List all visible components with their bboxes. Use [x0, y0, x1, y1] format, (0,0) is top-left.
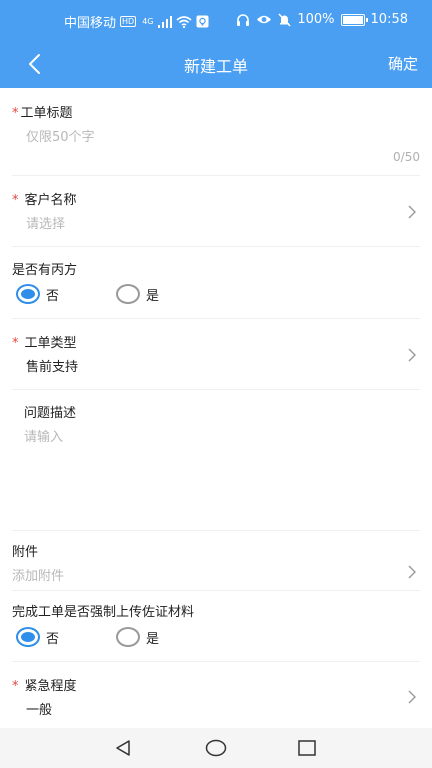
battery-icon [340, 13, 368, 26]
option-label: 是 [146, 288, 160, 304]
required-mark: * [12, 106, 19, 121]
confirm-button[interactable]: 确定 [388, 53, 418, 74]
attachment-label: 附件 [12, 545, 39, 560]
back-triangle-icon[interactable] [114, 739, 132, 757]
urgency-field[interactable]: * 紧急程度 一般 [12, 662, 420, 728]
chevron-right-icon [408, 205, 416, 219]
carrier-info: 中国移动 HD 4G [64, 12, 209, 31]
status-bar: 中国移动 HD 4G 100% 10:58 [0, 0, 432, 40]
customer-select[interactable]: 请选择 [26, 213, 65, 232]
security-shield-icon [196, 15, 208, 28]
option-label: 否 [46, 288, 60, 304]
mute-bell-icon [278, 12, 291, 27]
description-input[interactable]: 请输入 [24, 426, 63, 445]
battery-fill [342, 15, 363, 24]
app-header: 新建工单 确定 [0, 40, 432, 88]
description-label: 问题描述 [24, 406, 77, 421]
force-upload-option-yes[interactable]: 是 [116, 627, 159, 647]
radio-selected[interactable] [16, 627, 40, 647]
hd-badge: HD [120, 16, 137, 27]
eye-icon [257, 15, 272, 24]
urgency-select[interactable]: 一般 [26, 699, 52, 718]
type-field[interactable]: * 工单类型 售前支持 [12, 319, 420, 390]
third-party-label: 是否有丙方 [12, 263, 78, 278]
add-attachment-button[interactable]: 添加附件 [12, 565, 64, 584]
type-label: * 工单类型 [12, 332, 77, 351]
wifi-icon [175, 15, 192, 28]
customer-field[interactable]: * 客户名称 请选择 [12, 176, 420, 247]
radio-unselected[interactable] [116, 627, 140, 647]
chevron-right-icon [408, 690, 416, 704]
chevron-right-icon [408, 348, 416, 362]
title-char-counter: 0/50 [393, 150, 420, 164]
option-label: 是 [146, 631, 160, 647]
battery-percent: 100% [297, 12, 335, 27]
third-party-option-yes[interactable]: 是 [116, 284, 159, 304]
clock: 10:58 [370, 12, 408, 27]
required-mark: * [12, 193, 19, 208]
radio-selected[interactable] [16, 284, 40, 304]
title-field[interactable]: * 工单标题 仅限50个字 0/50 [12, 88, 420, 176]
required-mark: * [12, 336, 19, 351]
third-party-option-no[interactable]: 否 [16, 284, 59, 304]
headphones-icon [237, 14, 250, 26]
attachment-field[interactable]: 附件 添加附件 [12, 531, 420, 591]
radio-unselected[interactable] [116, 284, 140, 304]
home-circle-icon[interactable] [205, 739, 227, 757]
required-mark: * [12, 679, 19, 694]
urgency-label: * 紧急程度 [12, 675, 77, 694]
force-upload-label: 完成工单是否强制上传佐证材料 [12, 605, 195, 620]
status-right: 100% 10:58 [236, 12, 408, 27]
customer-label: * 客户名称 [12, 189, 77, 208]
page-title: 新建工单 [183, 57, 248, 76]
system-nav-bar [0, 728, 432, 768]
customer-label-text: 客户名称 [24, 193, 77, 208]
force-upload-field: 完成工单是否强制上传佐证材料 否 是 [12, 591, 420, 662]
recents-square-icon[interactable] [298, 740, 316, 756]
type-select[interactable]: 售前支持 [26, 356, 78, 375]
carrier-name: 中国移动 [64, 16, 117, 31]
third-party-field: 是否有丙方 否 是 [12, 247, 420, 319]
type-label-text: 工单类型 [24, 336, 77, 351]
network-type: 4G [142, 17, 154, 26]
chevron-right-icon [408, 565, 416, 579]
title-label-text: 工单标题 [20, 106, 73, 121]
option-label: 否 [46, 631, 60, 647]
title-label: * 工单标题 [12, 102, 73, 121]
description-field[interactable]: 问题描述 请输入 [12, 390, 420, 531]
urgency-label-text: 紧急程度 [24, 679, 77, 694]
title-input[interactable]: 仅限50个字 [26, 126, 95, 145]
force-upload-option-no[interactable]: 否 [16, 627, 59, 647]
signal-icon [157, 15, 172, 28]
